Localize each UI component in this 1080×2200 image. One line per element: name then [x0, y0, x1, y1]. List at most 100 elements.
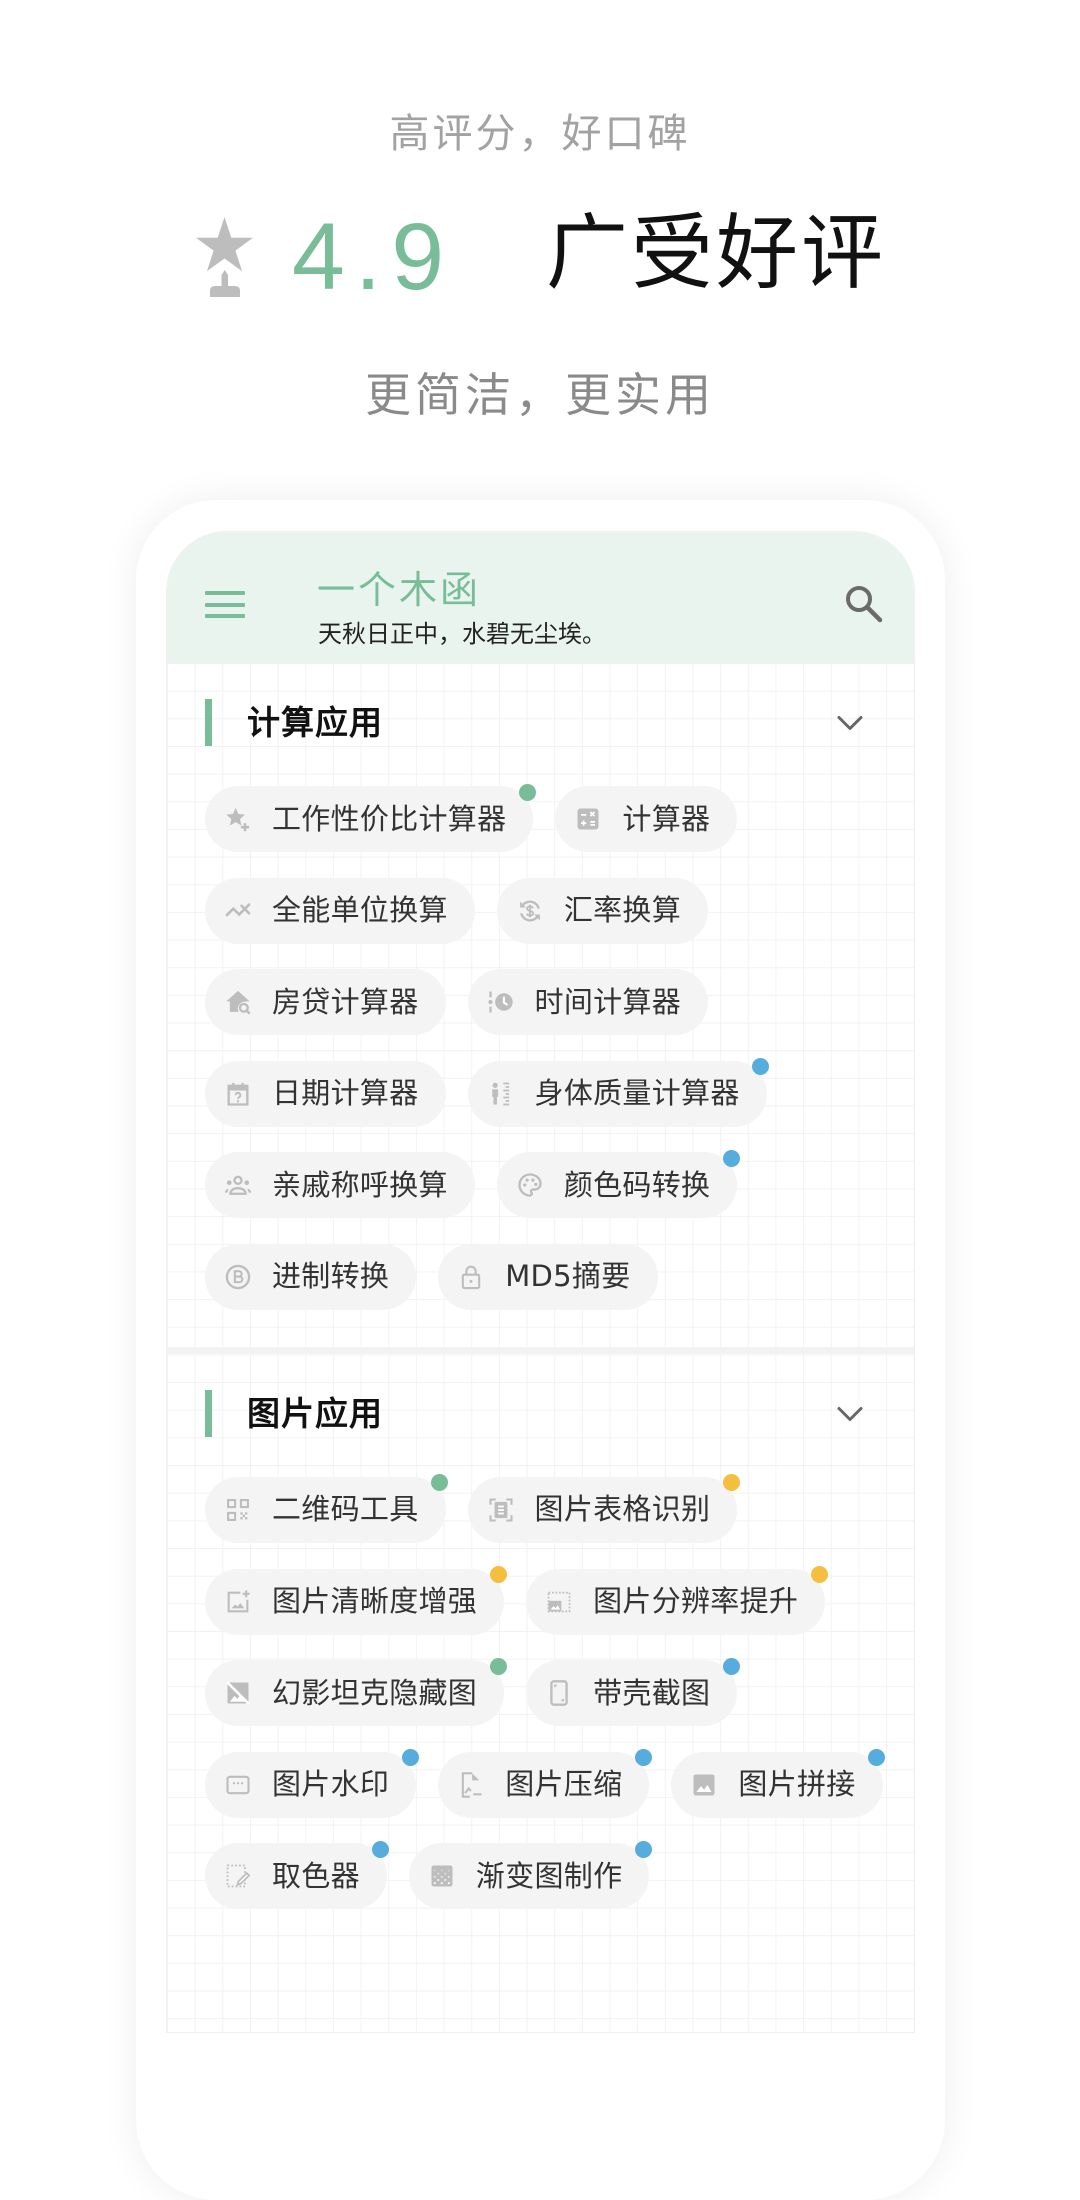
calendar-question-icon — [224, 1080, 252, 1108]
badge-dot-yellow — [489, 1566, 507, 1584]
badge-dot-green — [489, 1657, 507, 1675]
people-group-icon — [224, 1171, 252, 1199]
tool-list: 二维码工具 图片表格识别图片清晰度增强 图片分辨率提升幻影坦克隐藏图 带壳截图图片水印… — [205, 1474, 914, 1910]
tool-chip-label: 幻影坦克隐藏图 — [272, 1675, 478, 1710]
tagline-top: 高评分，好口碑 — [389, 111, 691, 157]
image-off-icon — [224, 1679, 252, 1707]
section-title: 图片应用 — [247, 1393, 383, 1433]
section-header: 图片应用 — [205, 1389, 914, 1437]
trending-icon — [224, 897, 252, 925]
tool-row: 图片水印 图片压缩 图片拼接 — [205, 1749, 914, 1818]
rating-value: 4.9 — [292, 204, 455, 310]
tool-chip[interactable]: 带壳截图 — [526, 1657, 740, 1727]
tool-chip[interactable]: 身体质量计算器 — [467, 1058, 770, 1127]
tool-chip-label: 进制转换 — [272, 1259, 390, 1294]
tool-chip[interactable]: 日期计算器 — [205, 1060, 446, 1127]
circle-b-icon — [224, 1263, 252, 1291]
badge-dot-blue — [372, 1840, 390, 1858]
tool-row: 取色器 渐变图制作 — [205, 1840, 914, 1910]
currency-exchange-icon — [516, 897, 544, 925]
tool-chip-label: 图片水印 — [272, 1767, 390, 1802]
section-header: 计算应用 — [205, 699, 914, 746]
tool-chip-label: 颜色码转换 — [563, 1167, 711, 1202]
tool-chip[interactable]: 图片压缩 — [438, 1749, 652, 1818]
timer-icon — [487, 988, 515, 1016]
tool-row: 二维码工具 图片表格识别 — [205, 1474, 914, 1543]
app-header: 一个木函 天秋日正中，水碧无尘埃。 — [167, 532, 914, 663]
tool-chip-label: 工作性价比计算器 — [272, 801, 507, 836]
image-icon — [690, 1771, 718, 1799]
tool-chip-label: 图片分辨率提升 — [593, 1584, 799, 1619]
tool-chip[interactable]: 亲戚称呼换算 — [205, 1152, 475, 1219]
menu-icon[interactable] — [205, 591, 245, 618]
tool-chip-label: 日期计算器 — [272, 1076, 419, 1111]
image-resize-icon — [545, 1588, 573, 1616]
tool-chip[interactable]: 图片水印 — [205, 1749, 419, 1818]
badge-dot-blue — [722, 1149, 740, 1167]
tool-chip-label: 图片清晰度增强 — [272, 1584, 478, 1619]
tool-row: 进制转换 MD5摘要 — [205, 1243, 914, 1310]
tool-chip-label: 时间计算器 — [534, 984, 682, 1019]
tool-chip[interactable]: 计算器 — [555, 786, 738, 852]
tool-chip-label: 渐变图制作 — [475, 1858, 623, 1893]
tool-chip[interactable]: 进制转换 — [205, 1243, 417, 1310]
tool-chip[interactable]: 颜色码转换 — [496, 1149, 740, 1219]
tool-chip[interactable]: 时间计算器 — [467, 969, 709, 1036]
section-divider — [167, 1346, 914, 1354]
tool-chip-label: 二维码工具 — [272, 1492, 419, 1527]
tool-row: 亲戚称呼换算 颜色码转换 — [205, 1149, 914, 1219]
tool-row: 全能单位换算 汇率换算 — [205, 877, 914, 944]
search-icon[interactable] — [843, 583, 885, 625]
phone-frame-icon — [545, 1679, 573, 1707]
tool-chip[interactable]: 图片拼接 — [671, 1749, 886, 1818]
badge-dot-blue — [401, 1749, 419, 1767]
tool-chip[interactable]: 全能单位换算 — [205, 877, 475, 944]
qr-code-icon — [224, 1496, 252, 1524]
tool-chip-label: 全能单位换算 — [272, 893, 448, 928]
badge-dot-blue — [634, 1840, 652, 1858]
badge-dot-blue — [722, 1657, 740, 1675]
star-trophy-icon — [195, 217, 255, 299]
tool-chip-label: 身体质量计算器 — [534, 1076, 740, 1111]
tool-chip[interactable]: 图片表格识别 — [467, 1474, 740, 1543]
rating-caption: 广受好评 — [546, 206, 887, 301]
tool-list: 工作性价比计算器 计算器全能单位换算 汇率换算房贷计算器 时间计算器日期计算器 身体质量… — [205, 783, 914, 1310]
badge-dot-blue — [868, 1749, 886, 1767]
badge-dot-green — [518, 783, 536, 801]
tool-chip[interactable]: 工作性价比计算器 — [205, 783, 536, 852]
house-search-icon — [224, 988, 252, 1016]
document-scan-icon — [487, 1496, 515, 1524]
section-collapse-toggle[interactable] — [836, 1400, 864, 1428]
tool-chip[interactable]: 取色器 — [205, 1840, 390, 1910]
tool-row: 幻影坦克隐藏图 带壳截图 — [205, 1657, 914, 1727]
tool-chip-label: 房贷计算器 — [272, 984, 419, 1019]
calculator-icon — [574, 805, 602, 833]
section-accent-bar — [205, 1389, 212, 1437]
tool-categories: 计算应用工作性价比计算器 计算器全能单位换算 汇率换算房贷计算器 时间计算器日期计算器… — [167, 663, 914, 2032]
tool-chip[interactable]: 幻影坦克隐藏图 — [205, 1657, 507, 1727]
section-collapse-toggle[interactable] — [836, 709, 864, 737]
eyedropper-icon — [224, 1862, 252, 1890]
body-height-icon — [487, 1080, 515, 1108]
tool-chip[interactable]: 图片清晰度增强 — [205, 1566, 507, 1635]
tool-row: 房贷计算器 时间计算器 — [205, 969, 914, 1036]
tool-chip[interactable]: 汇率换算 — [496, 877, 709, 944]
tool-chip-label: 计算器 — [622, 801, 711, 836]
section-title: 计算应用 — [247, 703, 383, 742]
badge-dot-blue — [752, 1058, 770, 1076]
tool-chip[interactable]: MD5摘要 — [438, 1243, 658, 1310]
category-section: 计算应用工作性价比计算器 计算器全能单位换算 汇率换算房贷计算器 时间计算器日期计算器… — [167, 663, 914, 1347]
palette-icon — [516, 1171, 544, 1199]
badge-dot-yellow — [722, 1474, 740, 1492]
tool-chip[interactable]: 图片分辨率提升 — [526, 1566, 828, 1635]
star-plus-icon — [224, 805, 252, 833]
tool-chip[interactable]: 渐变图制作 — [408, 1840, 652, 1910]
app-title: 一个木函 — [317, 568, 482, 612]
tool-chip[interactable]: 二维码工具 — [205, 1474, 449, 1543]
tool-row: 日期计算器 身体质量计算器 — [205, 1058, 914, 1127]
tool-chip[interactable]: 房贷计算器 — [205, 969, 446, 1036]
tool-chip-label: 带壳截图 — [593, 1675, 711, 1710]
watermark-icon — [224, 1771, 252, 1799]
chevron-down-icon — [837, 1406, 863, 1421]
badge-dot-blue — [634, 1749, 652, 1767]
